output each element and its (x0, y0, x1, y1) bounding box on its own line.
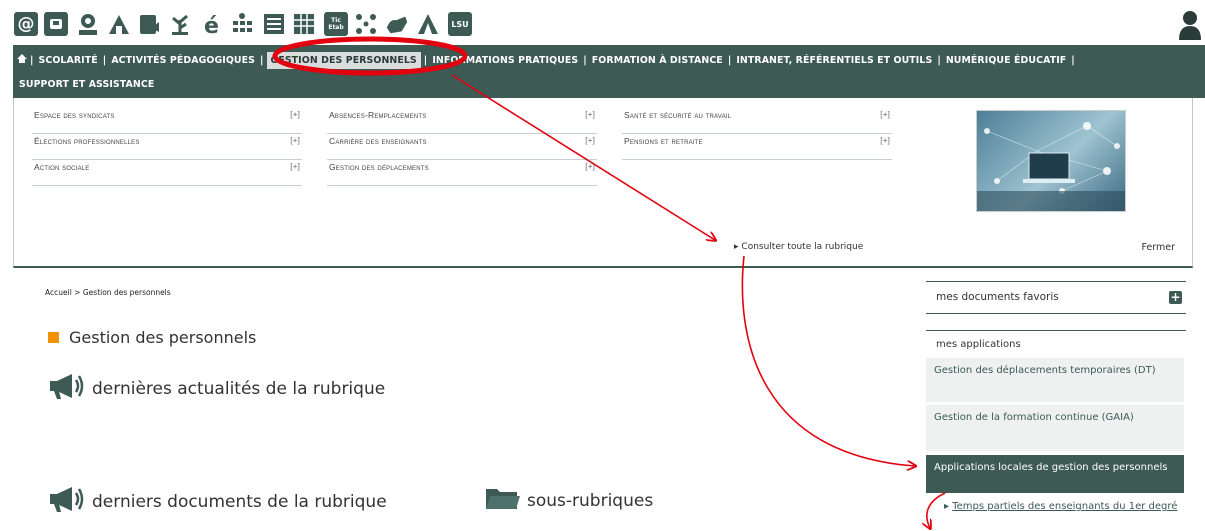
nav-item-support-et-assistance[interactable]: SUPPORT ET ASSISTANCE (17, 79, 156, 90)
mega-menu-item-label: Action sociale (34, 162, 90, 172)
rubrique-illustration (976, 110, 1126, 212)
news-heading: dernières actualités de la rubrique (48, 372, 385, 405)
mega-menu-item-deplacements[interactable]: Gestion des déplacements [+] (327, 160, 597, 186)
subsections-heading-text: sous-rubriques (527, 490, 654, 511)
mega-menu-item-label: Gestion des déplacements (329, 162, 429, 172)
mega-menu-column: Absences-Remplacements [+] Carrière des e… (327, 108, 597, 186)
favorites-title: mes documents favoris (936, 291, 1059, 303)
expand-toggle[interactable]: [+] (880, 110, 890, 119)
badge-icon[interactable] (44, 12, 68, 36)
mega-menu-item-label: Espace des syndicats (34, 110, 115, 120)
mega-menu-item-sante-securite[interactable]: Santé et sécurité au travail [+] (622, 108, 892, 134)
mega-menu-item-label: Pensions et retraite (624, 136, 703, 146)
mega-menu-item-syndicats[interactable]: Espace des syndicats [+] (32, 108, 302, 134)
mega-menu-item-absences[interactable]: Absences-Remplacements [+] (327, 108, 597, 134)
mega-menu-item-label: Santé et sécurité au travail (624, 110, 732, 120)
nav-separator: | (260, 54, 264, 66)
home-icon[interactable] (17, 54, 27, 66)
mega-menu-item-label: Carrière des enseignants (329, 136, 427, 146)
favorites-box: mes documents favoris + (926, 281, 1186, 314)
nav-separator: | (937, 54, 941, 66)
nav-separator: | (423, 54, 428, 66)
nav-item-gestion-des-personnels[interactable]: GESTION DES PERSONNELS (266, 51, 421, 69)
table-icon[interactable] (292, 12, 316, 36)
mega-menu-column: Santé et sécurité au travail [+] Pensions… (622, 108, 892, 160)
triangle-right-icon: ▸ (734, 242, 739, 252)
nav-separator: | (583, 54, 587, 66)
network-icon[interactable] (354, 12, 378, 36)
person-icon[interactable] (76, 12, 100, 36)
reading-icon[interactable] (107, 12, 131, 36)
documents-heading: derniers documents de la rubrique (48, 485, 387, 518)
list-icon[interactable] (262, 12, 286, 36)
app-item-deplacements[interactable]: Gestion des déplacements temporaires (DT… (926, 358, 1184, 404)
tent-icon[interactable] (416, 12, 440, 36)
consult-rubrique-label: Consulter toute la rubrique (741, 242, 864, 252)
close-menu-button[interactable]: Fermer (1141, 242, 1175, 253)
main-nav: | SCOLARITÉ | ACTIVITÉS PÉDAGOGIQUES | G… (13, 45, 1205, 98)
mega-menu-column: Espace des syndicats [+] Élections profes… (32, 108, 302, 186)
nav-item-informations-pratiques[interactable]: INFORMATIONS PRATIQUES (430, 55, 580, 66)
expand-toggle[interactable]: [+] (585, 110, 595, 119)
sub-app-link-label: Temps partiels des enseignants du 1er de… (952, 501, 1178, 512)
news-heading-text: dernières actualités de la rubrique (92, 378, 386, 399)
nav-separator: | (1071, 54, 1075, 66)
page-title-text: Gestion des personnels (69, 328, 257, 347)
breadcrumb: Accueil > Gestion des personnels (45, 288, 171, 297)
breadcrumb-separator: > (74, 288, 81, 297)
mega-menu-item-pensions[interactable]: Pensions et retraite [+] (622, 134, 892, 160)
expand-toggle[interactable]: [+] (880, 136, 890, 145)
mega-menu-item-label: Absences-Remplacements (329, 110, 427, 120)
user-icon[interactable] (1179, 10, 1201, 40)
consult-rubrique-link[interactable]: ▸ Consulter toute la rubrique (734, 242, 863, 252)
book-icon[interactable] (137, 12, 161, 36)
nav-separator: | (30, 54, 34, 66)
app-item-formation[interactable]: Gestion de la formation continue (GAIA) (926, 405, 1184, 453)
nav-separator: | (102, 54, 107, 66)
nav-item-activites-pedagogiques[interactable]: ACTIVITÉS PÉDAGOGIQUES (109, 55, 257, 66)
applications-header: mes applications (926, 330, 1186, 356)
grid-icon[interactable] (230, 12, 254, 36)
expand-toggle[interactable]: [+] (585, 162, 595, 171)
lsu-icon[interactable]: LSU (448, 12, 472, 36)
triangle-right-icon: ▸ (944, 501, 950, 512)
mega-menu-item-elections[interactable]: Élections professionnelles [+] (32, 134, 302, 160)
plant-icon[interactable] (168, 12, 192, 36)
mega-menu-item-carriere[interactable]: Carrière des enseignants [+] (327, 134, 597, 160)
nav-separator: | (727, 54, 732, 66)
applications-title: mes applications (936, 339, 1021, 350)
expand-toggle[interactable]: [+] (290, 110, 300, 119)
megaphone-icon (48, 485, 86, 518)
mega-menu: Espace des syndicats [+] Élections profes… (13, 98, 1193, 268)
nav-item-intranet[interactable]: INTRANET, RÉFÉRENTIELS ET OUTILS (734, 55, 934, 66)
breadcrumb-home[interactable]: Accueil (45, 288, 72, 297)
mega-menu-item-label: Élections professionnelles (34, 136, 140, 146)
page-title: Gestion des personnels (48, 328, 256, 347)
documents-heading-text: derniers documents de la rubrique (92, 491, 387, 512)
svg-text:é: é (204, 14, 219, 36)
hand-icon[interactable] (385, 12, 409, 36)
nav-item-numerique-educatif[interactable]: NUMÉRIQUE ÉDUCATIF (944, 55, 1068, 66)
top-icon-bar: @ é Tic Etab LSU (0, 0, 1205, 44)
megaphone-icon (48, 372, 86, 405)
nav-item-scolarite[interactable]: SCOLARITÉ (37, 55, 100, 66)
app-item-applications-locales[interactable]: Applications locales de gestion des pers… (926, 455, 1184, 495)
annotation-arrow (741, 255, 915, 466)
tic-etab-icon[interactable]: Tic Etab (324, 12, 348, 36)
expand-toggle[interactable]: [+] (585, 136, 595, 145)
mega-menu-item-action-sociale[interactable]: Action sociale [+] (32, 160, 302, 186)
expand-toggle[interactable]: [+] (290, 162, 300, 171)
nav-item-formation-a-distance[interactable]: FORMATION À DISTANCE (590, 55, 725, 66)
at-icon[interactable]: @ (14, 12, 38, 36)
add-favorite-button[interactable]: + (1169, 291, 1182, 304)
title-bullet-icon (48, 332, 59, 343)
subsections-heading: sous-rubriques (485, 485, 653, 516)
expand-toggle[interactable]: [+] (290, 136, 300, 145)
folder-icon (485, 485, 521, 516)
e-learning-icon[interactable]: é (200, 12, 224, 36)
breadcrumb-current: Gestion des personnels (82, 288, 171, 297)
sub-app-link-temps-partiels[interactable]: ▸ Temps partiels des enseignants du 1er … (926, 500, 1184, 513)
